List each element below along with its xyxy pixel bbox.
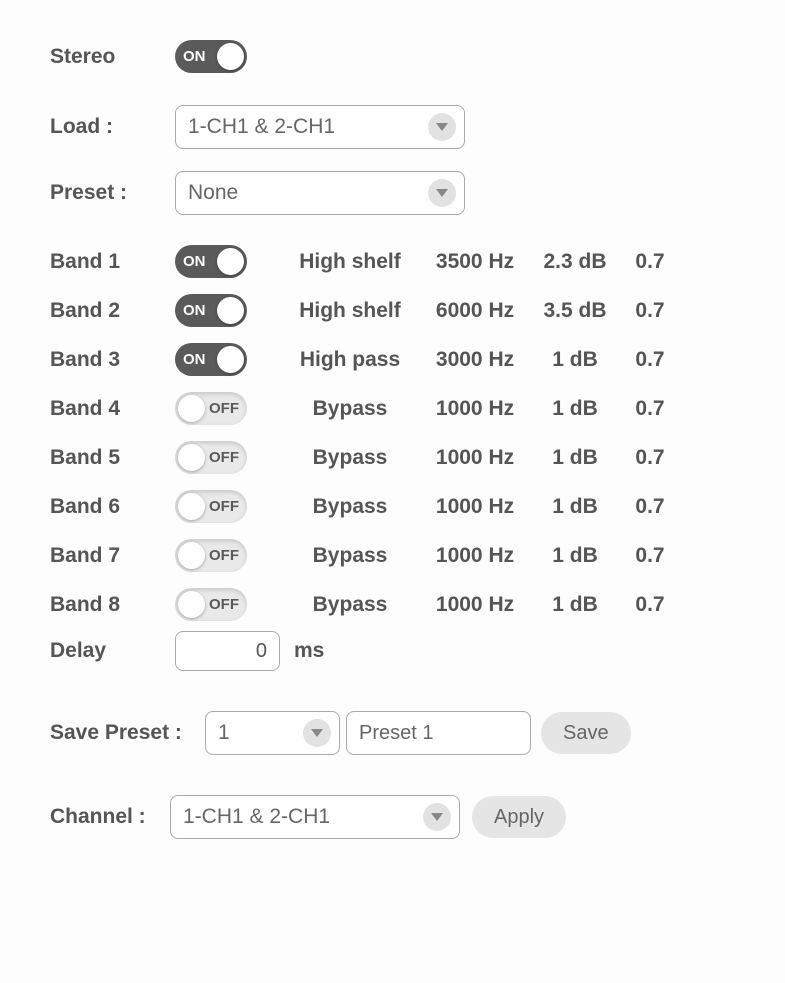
- band-freq: 1000 Hz: [420, 495, 530, 519]
- delay-input[interactable]: [175, 631, 280, 671]
- band-toggle[interactable]: OFF: [175, 539, 247, 572]
- band-freq: 3000 Hz: [420, 348, 530, 372]
- toggle-knob: [178, 591, 205, 618]
- band-type: Bypass: [280, 544, 420, 568]
- toggle-knob: [217, 297, 244, 324]
- band-freq: 1000 Hz: [420, 446, 530, 470]
- band-toggle[interactable]: ON: [175, 294, 247, 327]
- band-gain: 1 dB: [530, 544, 620, 568]
- channel-select[interactable]: 1-CH1 & 2-CH1: [170, 795, 460, 839]
- toggle-text: OFF: [209, 449, 239, 466]
- save-button[interactable]: Save: [541, 712, 631, 754]
- save-preset-slot-value: 1: [218, 721, 230, 745]
- band-label: Band 5: [50, 446, 175, 470]
- band-type: Bypass: [280, 397, 420, 421]
- save-preset-label: Save Preset :: [50, 721, 205, 745]
- delay-unit: ms: [294, 639, 324, 663]
- band-freq: 3500 Hz: [420, 250, 530, 274]
- band-gain: 1 dB: [530, 446, 620, 470]
- band-type: High shelf: [280, 299, 420, 323]
- load-value: 1-CH1 & 2-CH1: [188, 115, 335, 139]
- band-q: 0.7: [620, 250, 680, 274]
- band-q: 0.7: [620, 348, 680, 372]
- band-label: Band 8: [50, 593, 175, 617]
- band-label: Band 1: [50, 250, 175, 274]
- band-freq: 1000 Hz: [420, 397, 530, 421]
- load-select[interactable]: 1-CH1 & 2-CH1: [175, 105, 465, 149]
- band-toggle[interactable]: ON: [175, 343, 247, 376]
- band-q: 0.7: [620, 544, 680, 568]
- load-label: Load :: [50, 115, 175, 139]
- preset-label: Preset :: [50, 181, 175, 205]
- toggle-text: ON: [183, 253, 206, 270]
- channel-value: 1-CH1 & 2-CH1: [183, 805, 330, 829]
- toggle-text: ON: [183, 351, 206, 368]
- chevron-down-icon: [428, 113, 456, 141]
- chevron-down-icon: [423, 803, 451, 831]
- band-type: Bypass: [280, 446, 420, 470]
- band-q: 0.7: [620, 495, 680, 519]
- apply-button[interactable]: Apply: [472, 796, 566, 838]
- toggle-knob: [178, 444, 205, 471]
- band-freq: 1000 Hz: [420, 544, 530, 568]
- toggle-text: OFF: [209, 498, 239, 515]
- band-type: High pass: [280, 348, 420, 372]
- stereo-toggle[interactable]: ON: [175, 40, 247, 73]
- band-toggle[interactable]: OFF: [175, 490, 247, 523]
- band-gain: 1 dB: [530, 348, 620, 372]
- band-toggle[interactable]: OFF: [175, 441, 247, 474]
- band-label: Band 6: [50, 495, 175, 519]
- delay-label: Delay: [50, 639, 175, 663]
- band-toggle[interactable]: OFF: [175, 392, 247, 425]
- toggle-knob: [217, 248, 244, 275]
- band-grid: Band 1ONHigh shelf3500 Hz2.3 dB0.7Band 2…: [50, 245, 735, 621]
- band-gain: 1 dB: [530, 593, 620, 617]
- toggle-text: OFF: [209, 596, 239, 613]
- toggle-text: ON: [183, 302, 206, 319]
- band-gain: 3.5 dB: [530, 299, 620, 323]
- band-label: Band 7: [50, 544, 175, 568]
- band-q: 0.7: [620, 299, 680, 323]
- stereo-label: Stereo: [50, 45, 175, 69]
- preset-select[interactable]: None: [175, 171, 465, 215]
- chevron-down-icon: [428, 179, 456, 207]
- toggle-knob: [217, 43, 244, 70]
- save-preset-slot-select[interactable]: 1: [205, 711, 340, 755]
- save-preset-name-input[interactable]: [346, 711, 531, 755]
- band-gain: 1 dB: [530, 397, 620, 421]
- band-q: 0.7: [620, 446, 680, 470]
- band-type: High shelf: [280, 250, 420, 274]
- preset-value: None: [188, 181, 238, 205]
- toggle-knob: [178, 542, 205, 569]
- toggle-knob: [178, 395, 205, 422]
- band-freq: 1000 Hz: [420, 593, 530, 617]
- chevron-down-icon: [303, 719, 331, 747]
- toggle-knob: [178, 493, 205, 520]
- band-label: Band 4: [50, 397, 175, 421]
- toggle-text: ON: [183, 48, 206, 65]
- band-label: Band 2: [50, 299, 175, 323]
- channel-label: Channel :: [50, 805, 170, 829]
- band-toggle[interactable]: ON: [175, 245, 247, 278]
- band-freq: 6000 Hz: [420, 299, 530, 323]
- band-q: 0.7: [620, 397, 680, 421]
- band-q: 0.7: [620, 593, 680, 617]
- band-label: Band 3: [50, 348, 175, 372]
- band-gain: 2.3 dB: [530, 250, 620, 274]
- band-type: Bypass: [280, 495, 420, 519]
- toggle-text: OFF: [209, 547, 239, 564]
- toggle-knob: [217, 346, 244, 373]
- band-gain: 1 dB: [530, 495, 620, 519]
- band-toggle[interactable]: OFF: [175, 588, 247, 621]
- band-type: Bypass: [280, 593, 420, 617]
- toggle-text: OFF: [209, 400, 239, 417]
